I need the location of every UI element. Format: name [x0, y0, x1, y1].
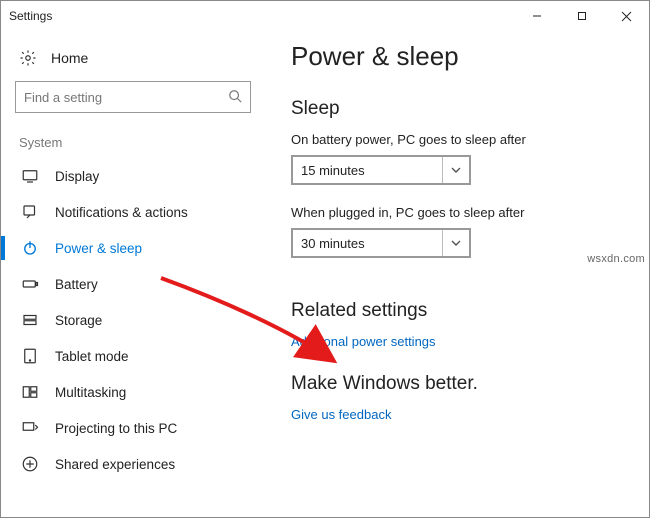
section-sleep-heading: Sleep — [291, 98, 629, 120]
content-area: Home Find a setting System Display — [1, 31, 649, 517]
sidebar-item-label: Shared experiences — [55, 457, 175, 472]
window-title: Settings — [9, 9, 52, 23]
plugged-sleep-value: 30 minutes — [301, 236, 365, 251]
chevron-down-icon — [442, 230, 461, 256]
search-placeholder: Find a setting — [24, 90, 102, 105]
storage-icon — [21, 311, 39, 329]
search-icon — [228, 89, 242, 106]
titlebar: Settings — [1, 1, 649, 31]
search-input[interactable]: Find a setting — [15, 81, 251, 113]
settings-window: Settings Home — [0, 0, 650, 518]
sidebar-item-label: Power & sleep — [55, 241, 142, 256]
battery-sleep-value: 15 minutes — [301, 163, 365, 178]
multitasking-icon — [21, 383, 39, 401]
close-button[interactable] — [604, 1, 649, 31]
main-panel: Power & sleep Sleep On battery power, PC… — [261, 31, 649, 517]
sidebar-item-display[interactable]: Display — [15, 158, 251, 194]
sidebar-item-notifications[interactable]: Notifications & actions — [15, 194, 251, 230]
sidebar-item-label: Projecting to this PC — [55, 421, 177, 436]
minimize-button[interactable] — [514, 1, 559, 31]
plugged-sleep-select[interactable]: 30 minutes — [291, 228, 471, 258]
home-button[interactable]: Home — [15, 43, 251, 81]
sidebar-item-label: Tablet mode — [55, 349, 129, 364]
chevron-down-icon — [442, 157, 461, 183]
battery-sleep-label: On battery power, PC goes to sleep after — [291, 132, 629, 147]
sidebar-item-power-sleep[interactable]: Power & sleep — [15, 230, 251, 266]
notifications-icon — [21, 203, 39, 221]
sidebar-item-tablet-mode[interactable]: Tablet mode — [15, 338, 251, 374]
sidebar-item-label: Display — [55, 169, 99, 184]
sidebar-item-storage[interactable]: Storage — [15, 302, 251, 338]
sidebar-item-label: Multitasking — [55, 385, 126, 400]
sidebar-item-projecting[interactable]: Projecting to this PC — [15, 410, 251, 446]
sidebar-item-label: Battery — [55, 277, 98, 292]
power-icon — [21, 239, 39, 257]
sidebar-item-label: Storage — [55, 313, 102, 328]
plugged-sleep-label: When plugged in, PC goes to sleep after — [291, 205, 629, 220]
gear-icon — [19, 49, 37, 67]
maximize-button[interactable] — [559, 1, 604, 31]
section-feedback-heading: Make Windows better. — [291, 373, 629, 395]
feedback-link[interactable]: Give us feedback — [291, 407, 391, 422]
window-controls — [514, 1, 649, 31]
section-related-heading: Related settings — [291, 300, 629, 322]
battery-icon — [21, 275, 39, 293]
home-label: Home — [51, 50, 88, 66]
sidebar-item-multitasking[interactable]: Multitasking — [15, 374, 251, 410]
sidebar-item-label: Notifications & actions — [55, 205, 188, 220]
additional-power-settings-link[interactable]: Additional power settings — [291, 334, 436, 349]
page-title: Power & sleep — [291, 41, 629, 72]
tablet-icon — [21, 347, 39, 365]
sidebar-item-battery[interactable]: Battery — [15, 266, 251, 302]
projecting-icon — [21, 419, 39, 437]
shared-icon — [21, 455, 39, 473]
section-label: System — [15, 135, 251, 158]
sidebar-item-shared-experiences[interactable]: Shared experiences — [15, 446, 251, 482]
battery-sleep-select[interactable]: 15 minutes — [291, 155, 471, 185]
display-icon — [21, 167, 39, 185]
watermark: wsxdn.com — [587, 253, 645, 265]
nav-list: Display Notifications & actions Power & … — [15, 158, 251, 482]
sidebar: Home Find a setting System Display — [1, 31, 261, 517]
